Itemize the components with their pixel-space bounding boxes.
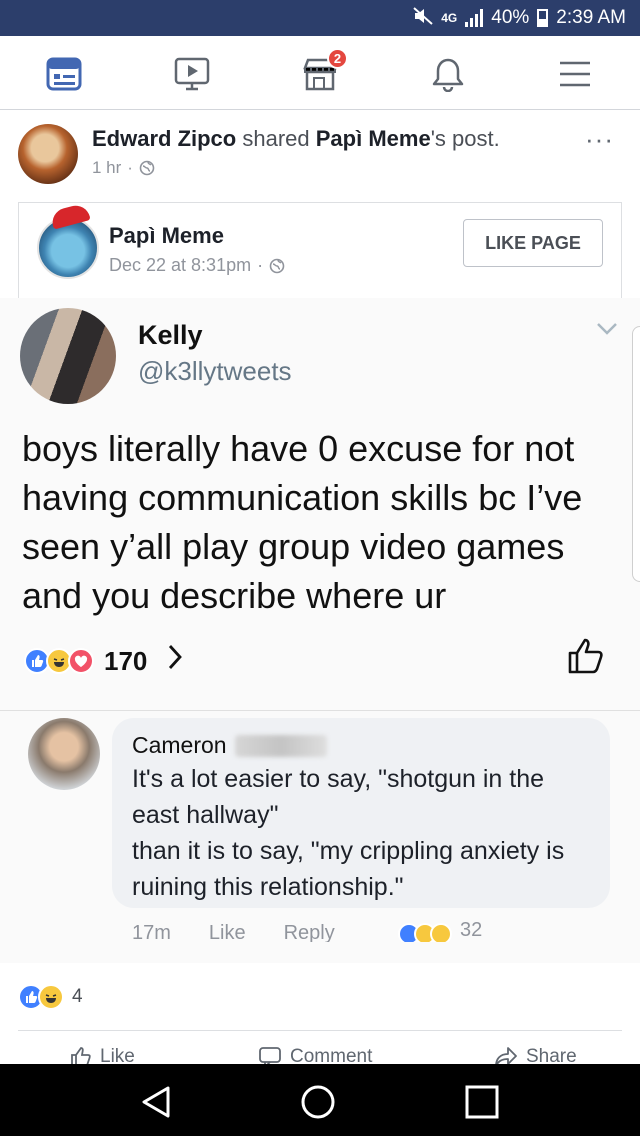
news-feed-icon [46,57,82,91]
like-button[interactable]: Like [70,1046,135,1064]
post-time[interactable]: 1 hr [92,158,121,178]
mute-icon [413,6,433,30]
home-circle-icon [301,1085,335,1119]
tweet-reactions: 170 [24,644,183,678]
news-feed-tab[interactable] [44,54,84,94]
recents-square-icon [465,1085,499,1119]
comment-text-line2: than it is to say, "my crippling anxiety… [132,837,565,901]
comment-actions: 17m Like Reply [132,918,335,942]
shared-page-card: Papì Meme Dec 22 at 8:31pm · LIKE PAGE [18,202,622,298]
clock: 2:39 AM [556,7,626,28]
post-word: 's post. [430,126,500,151]
comment-label: Comment [290,1046,373,1064]
tweet-author-handle: @k3llytweets [138,356,292,386]
hamburger-menu-icon [560,61,590,87]
share-button[interactable]: Share [494,1046,577,1064]
tweet-text: boys literally have 0 excuse for not hav… [22,428,583,616]
video-tab[interactable] [172,54,212,94]
haha-reaction-icon [38,984,64,1010]
home-button[interactable] [298,1082,338,1122]
chevron-right-icon [167,644,183,678]
comment-icon [259,1047,281,1064]
divider [0,710,640,711]
comment-author-name: Cameron [132,732,227,758]
wow-reaction-icon [430,923,452,942]
page-name[interactable]: Papì Meme [109,223,224,249]
commenter-avatar [28,718,100,790]
original-page-link[interactable]: Papì Meme [316,126,431,151]
signal-icon [465,9,484,27]
redacted-surname [234,734,327,757]
thumbs-up-icon [568,638,603,674]
recents-button[interactable] [462,1082,502,1122]
tweet-author-name: Kelly [138,320,203,350]
scrollbar[interactable] [632,326,640,582]
dot-separator: · [127,158,133,177]
comment-reply-link: Reply [283,922,335,942]
post-meta: 1 hr · [92,158,155,178]
like-page-button[interactable]: LIKE PAGE [463,219,603,267]
comment-author: Cameron [132,732,590,759]
thumbs-up-icon [71,1047,91,1064]
marketplace-badge: 2 [327,48,348,69]
share-icon [495,1047,517,1064]
tweet-reaction-count: 170 [104,645,148,676]
page-post-meta: Dec 22 at 8:31pm · [109,255,285,276]
tweet-author-avatar [20,308,116,404]
sharer-name[interactable]: Edward Zipco [92,126,236,151]
dot-separator: · [257,255,264,275]
top-nav: 2 [0,36,640,110]
menu-tab[interactable] [555,54,595,94]
like-label: Like [100,1046,135,1064]
sharer-avatar[interactable] [18,124,78,184]
post-options-button[interactable]: ··· [585,124,614,155]
bell-icon [432,58,464,92]
marketplace-tab[interactable]: 2 [300,48,348,94]
network-type: 4G [441,11,458,25]
page-post-date[interactable]: Dec 22 at 8:31pm [109,255,251,276]
comment-bubble: Cameron It's a lot easier to say, "shotg… [112,718,610,908]
shared-text: shared [236,126,316,151]
notifications-tab[interactable] [428,54,468,94]
comment-time: 17m [132,922,171,942]
status-bar: 4G 40% 2:39 AM [0,0,640,36]
comment-text-line1: It's a lot easier to say, "shotgun in th… [132,765,545,829]
globe-icon [139,160,155,176]
comment-reactions: 32 [398,918,482,942]
globe-icon [269,258,285,273]
battery-percent: 40% [491,7,530,28]
post-header: Edward Zipco shared Papì Meme's post. 1 … [0,118,640,198]
post-actions-bar: Like Comment Share [0,1046,640,1064]
page-avatar[interactable] [37,217,99,279]
system-nav-bar [0,1064,640,1136]
comment-button[interactable]: Comment [258,1046,372,1064]
back-button[interactable] [136,1082,176,1122]
post-reaction-count: 4 [72,986,83,1007]
battery-icon [537,9,549,27]
video-icon [174,57,210,91]
chevron-down-icon [597,323,617,335]
comment-like-link: Like [208,922,246,942]
post-image[interactable]: Kelly @k3llytweets boys literally have 0… [0,298,640,963]
comment-reaction-count: 32 [460,919,483,941]
share-label: Share [526,1046,577,1064]
divider [18,1030,622,1031]
back-triangle-icon [142,1086,170,1118]
post-title: Edward Zipco shared Papì Meme's post. [92,126,500,152]
love-reaction-icon [68,648,94,674]
post-reactions-summary[interactable]: 4 [18,984,83,1010]
